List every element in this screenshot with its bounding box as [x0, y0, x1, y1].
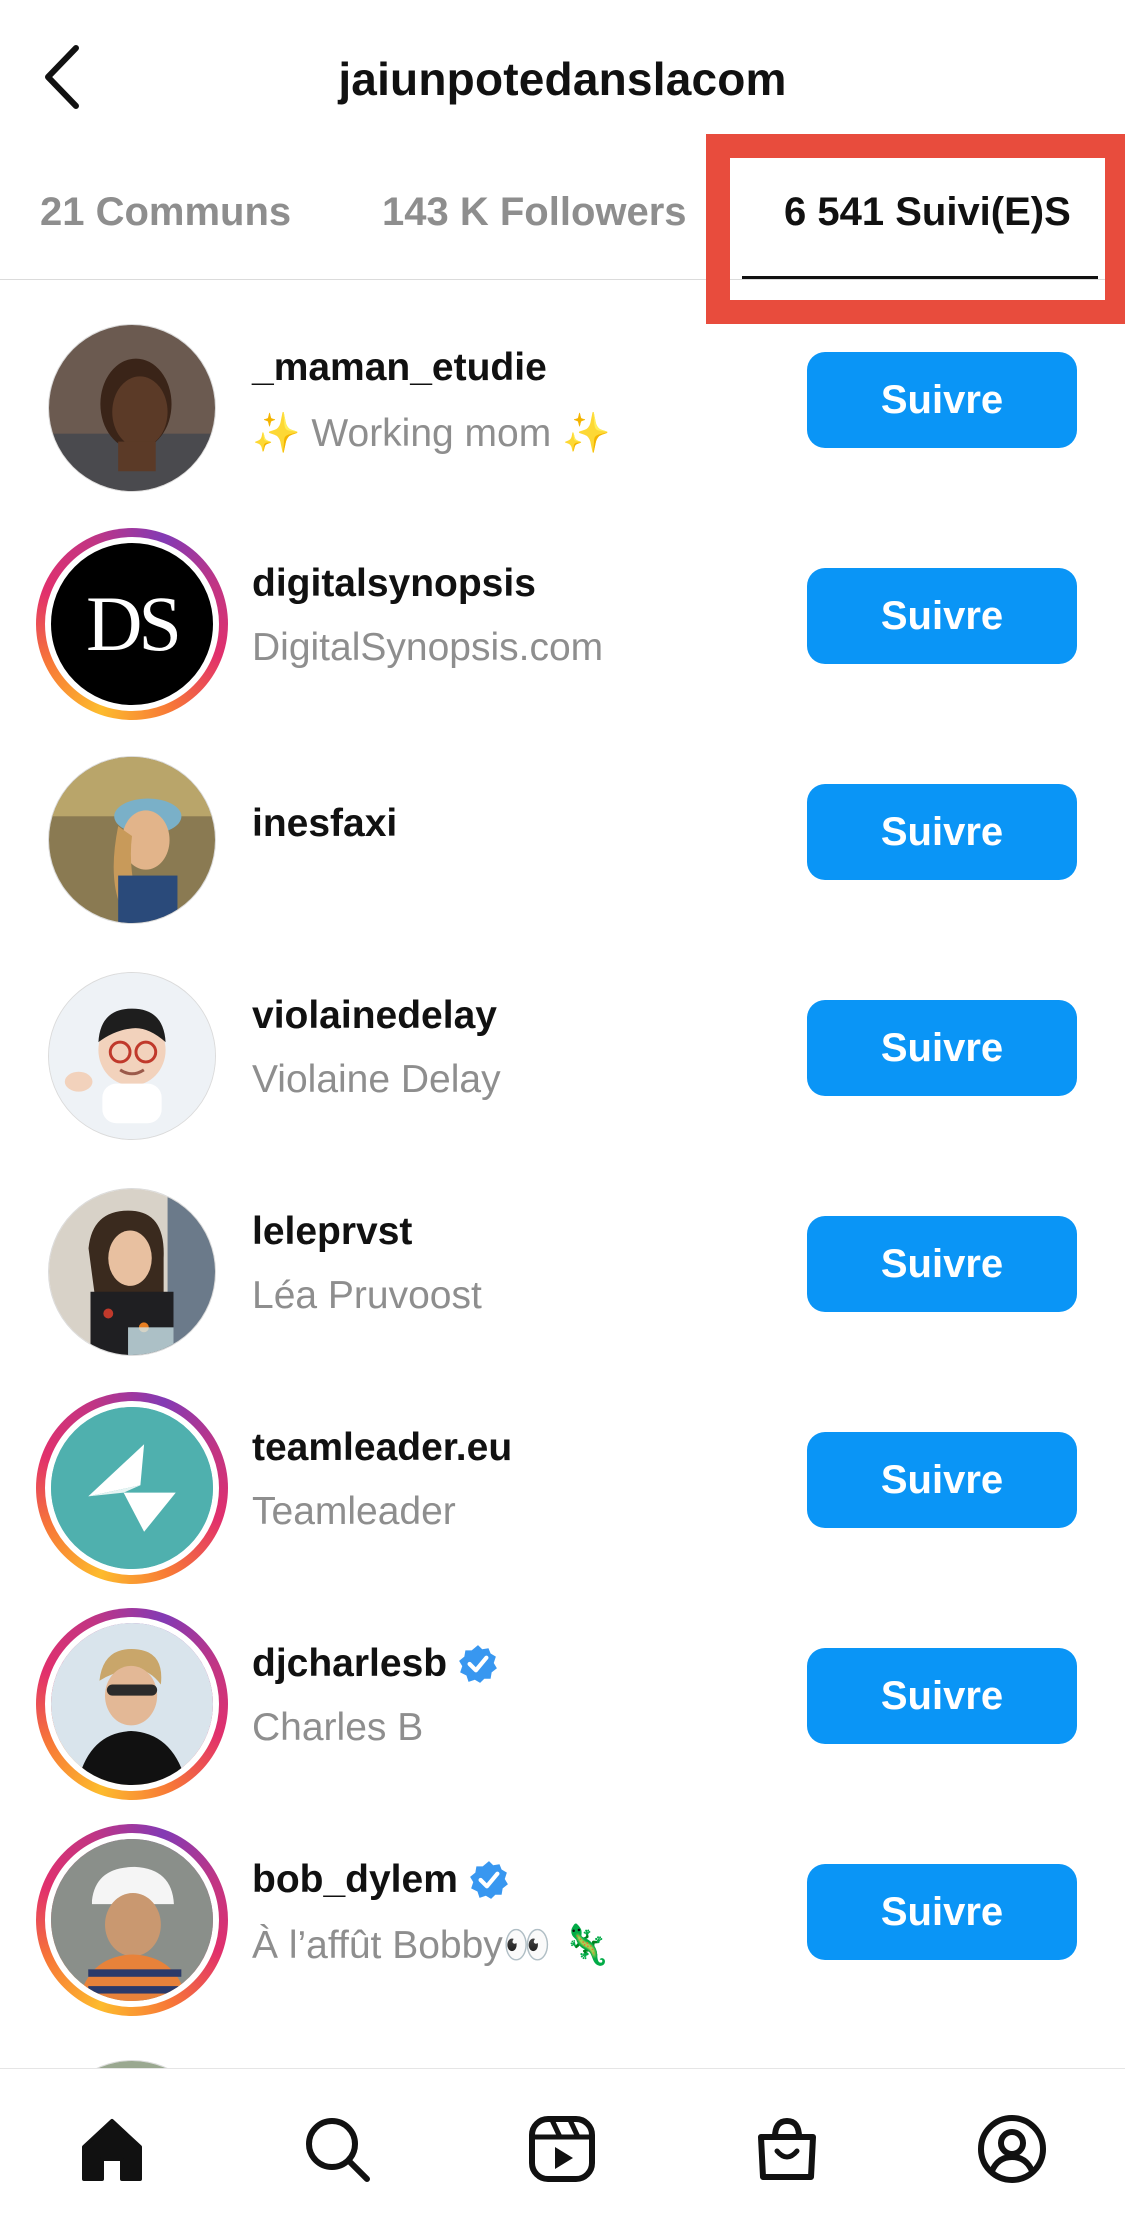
list-item[interactable]: DS digitalsynopsis DigitalSynopsis.com S… [0, 498, 1125, 720]
account-subtitle: Teamleader [252, 1490, 456, 1533]
avatar-story-ring[interactable] [36, 1392, 228, 1584]
nav-shop[interactable] [747, 2109, 827, 2189]
account-subtitle: À l’affût Bobby👀 🦎 [252, 1924, 611, 1967]
username[interactable]: violainedelay [252, 994, 501, 1038]
header: jaiunpotedanslacom [0, 0, 1125, 150]
tab-communs[interactable]: 21 Communs [40, 190, 291, 235]
follow-button[interactable]: Suivre [807, 1000, 1077, 1096]
avatar-image [45, 1617, 219, 1791]
account-info: inesfaxi [252, 802, 397, 846]
avatar-image [48, 756, 216, 924]
profile-icon [978, 2115, 1046, 2183]
username[interactable]: djcharlesb [252, 1642, 499, 1686]
account-subtitle: Violaine Delay [252, 1058, 501, 1101]
username[interactable]: digitalsynopsis [252, 562, 603, 606]
username[interactable]: _maman_etudie [252, 346, 611, 390]
avatar-image [48, 324, 216, 492]
home-icon [82, 2119, 142, 2181]
follow-button[interactable]: Suivre [807, 1216, 1077, 1312]
search-icon [306, 2118, 370, 2182]
nav-home[interactable] [72, 2109, 152, 2189]
follow-button[interactable]: Suivre [807, 1432, 1077, 1528]
avatar[interactable] [36, 312, 228, 504]
username-text: violainedelay [252, 994, 497, 1037]
avatar[interactable] [36, 960, 228, 1152]
account-subtitle: DigitalSynopsis.com [252, 626, 604, 669]
page-title: jaiunpotedanslacom [338, 53, 787, 105]
follow-button[interactable]: Suivre [807, 568, 1077, 664]
avatar[interactable] [36, 744, 228, 936]
username-text: digitalsynopsis [252, 562, 536, 605]
verified-badge-icon [469, 1861, 508, 1899]
list-item[interactable]: _maman_etudie ✨ Working mom ✨ Suivre [0, 282, 1125, 498]
username[interactable]: teamleader.eu [252, 1426, 512, 1470]
username-text: _maman_etudie [252, 346, 547, 389]
list-item[interactable]: djcharlesb Charles B Suivre [0, 1578, 1125, 1800]
teamleader-logo [45, 1401, 219, 1575]
avatar-story-ring[interactable]: DS [36, 528, 228, 720]
list-item[interactable]: teamleader.eu Teamleader Suivre [0, 1362, 1125, 1584]
nav-profile[interactable] [972, 2109, 1052, 2189]
shop-icon [758, 2117, 816, 2180]
account-info: leleprvst Léa Pruvoost [252, 1210, 482, 1318]
username-text: djcharlesb [252, 1642, 448, 1685]
nav-reels[interactable] [522, 2109, 602, 2189]
ds-logo-text: DS [86, 580, 182, 667]
ds-logo: DS [45, 537, 219, 711]
account-info: djcharlesb Charles B [252, 1642, 499, 1750]
account-subtitle: Charles B [252, 1706, 424, 1749]
list-item[interactable]: inesfaxi Suivre [0, 714, 1125, 930]
account-subtitle: Léa Pruvoost [252, 1274, 482, 1317]
follow-button[interactable]: Suivre [807, 1648, 1077, 1744]
follow-button[interactable]: Suivre [807, 352, 1077, 448]
avatar-image [45, 1833, 219, 2007]
username[interactable]: leleprvst [252, 1210, 482, 1254]
account-subtitle: ✨ Working mom ✨ [252, 412, 611, 455]
username-text: teamleader.eu [252, 1426, 513, 1469]
reels-icon [529, 2116, 595, 2182]
username-text: bob_dylem [252, 1858, 458, 1901]
username[interactable]: inesfaxi [252, 802, 397, 846]
follow-button[interactable]: Suivre [807, 784, 1077, 880]
nav-search[interactable] [297, 2109, 377, 2189]
account-info: bob_dylem À l’affût Bobby👀 🦎 [252, 1858, 611, 1968]
username[interactable]: bob_dylem [252, 1858, 611, 1902]
avatar-story-ring[interactable] [36, 1824, 228, 2016]
list-item[interactable]: leleprvst Léa Pruvoost Suivre [0, 1146, 1125, 1362]
account-info: _maman_etudie ✨ Working mom ✨ [252, 346, 611, 456]
follow-button[interactable]: Suivre [807, 1864, 1077, 1960]
following-screen: jaiunpotedanslacom 21 Communs 143 K Foll… [0, 0, 1125, 2218]
list-item[interactable]: bob_dylem À l’affût Bobby👀 🦎 Suivre [0, 1794, 1125, 2016]
memoji-avatar [48, 972, 216, 1140]
username-text: leleprvst [252, 1210, 413, 1253]
account-info: digitalsynopsis DigitalSynopsis.com [252, 562, 603, 670]
avatar-story-ring[interactable] [36, 1608, 228, 1800]
list-item[interactable]: violainedelay Violaine Delay Suivre [0, 930, 1125, 1146]
account-info: teamleader.eu Teamleader [252, 1426, 512, 1534]
bottom-nav-bar [0, 2068, 1125, 2218]
account-info: violainedelay Violaine Delay [252, 994, 501, 1102]
avatar[interactable] [36, 1176, 228, 1368]
avatar-image [48, 1188, 216, 1356]
username-text: inesfaxi [252, 802, 398, 845]
verified-badge-icon [459, 1645, 497, 1683]
tab-followers[interactable]: 143 K Followers [382, 190, 687, 235]
